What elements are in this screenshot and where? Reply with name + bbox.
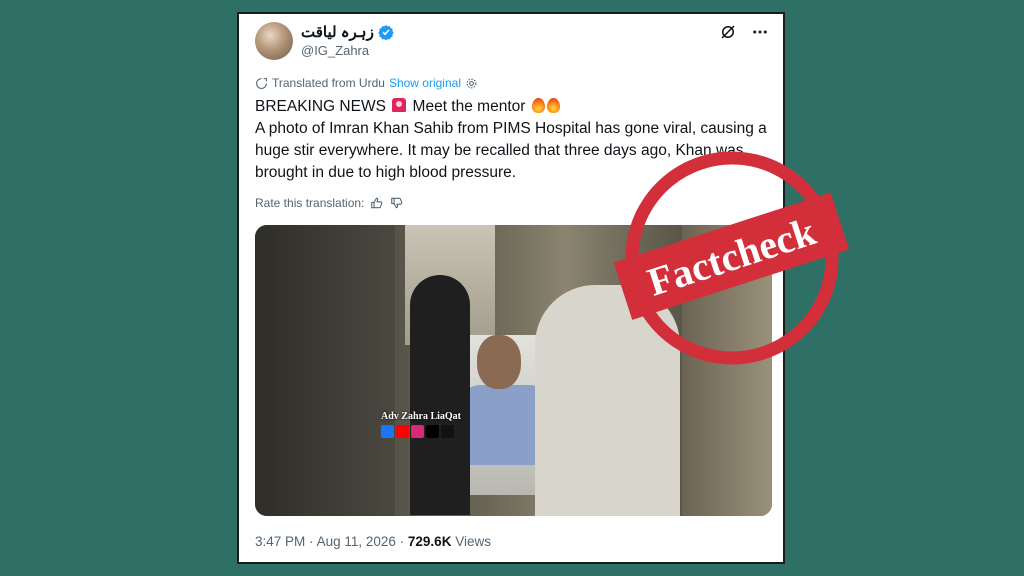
translate-icon — [256, 77, 267, 89]
tweet-body: A photo of Imran Khan Sahib from PIMS Ho… — [255, 120, 767, 181]
meta-separator: · — [399, 534, 408, 549]
watermark-social-icons — [381, 425, 454, 438]
tweet-meta: 3:47 PM · Aug 11, 2026 · 729.6K Views — [255, 534, 491, 549]
instagram-icon — [411, 425, 424, 438]
rate-translation-label: Rate this translation: — [255, 196, 365, 210]
author-name[interactable]: زہرہ لیاقت — [301, 23, 374, 41]
views-count: 729.6K — [407, 534, 452, 549]
thumbs-up-icon[interactable] — [370, 196, 384, 210]
tweet-time[interactable]: 3:47 PM — [255, 534, 305, 549]
meta-separator: · — [309, 534, 317, 549]
avatar[interactable] — [255, 22, 293, 60]
x-icon — [426, 425, 439, 438]
translated-from-label: Translated from Urdu — [272, 76, 385, 90]
siren-emoji — [392, 98, 407, 112]
more-icon[interactable] — [751, 23, 769, 41]
rate-translation: Rate this translation: — [255, 196, 404, 210]
breaking-news-text: BREAKING NEWS — [255, 98, 386, 115]
tweet-card: زہرہ لیاقت @IG_Zahra Translated from Urd… — [237, 12, 785, 564]
verified-badge-icon — [378, 25, 394, 40]
tweet-headline: BREAKING NEWS Meet the mentor — [255, 96, 771, 118]
facebook-icon — [381, 425, 394, 438]
grok-icon[interactable] — [719, 23, 737, 41]
translation-note: Translated from Urdu Show original — [255, 76, 478, 90]
tweet-actions-top — [719, 23, 769, 41]
photo-person-left — [410, 275, 470, 515]
fire-emoji — [546, 98, 560, 113]
views-label: Views — [455, 534, 491, 549]
photo-door-left — [255, 225, 395, 516]
author-name-row[interactable]: زہرہ لیاقت — [301, 23, 394, 41]
tweet-photo[interactable]: Adv Zahra LiaQat — [255, 225, 772, 516]
fire-emoji — [531, 98, 545, 113]
author-handle[interactable]: @IG_Zahra — [301, 43, 369, 58]
photo-door-right — [682, 225, 772, 516]
tweet-date[interactable]: Aug 11, 2026 — [317, 534, 396, 549]
photo-person-right — [535, 285, 680, 516]
photo-patient-head — [477, 335, 521, 389]
tiktok-icon — [441, 425, 454, 438]
show-original-link[interactable]: Show original — [389, 76, 461, 90]
thumbs-down-icon[interactable] — [390, 196, 404, 210]
meet-mentor-text: Meet the mentor — [412, 98, 526, 115]
tweet-text: BREAKING NEWS Meet the mentor A photo of… — [255, 96, 771, 184]
photo-watermark: Adv Zahra LiaQat — [381, 411, 462, 422]
youtube-icon — [396, 425, 409, 438]
settings-icon[interactable] — [465, 77, 478, 90]
